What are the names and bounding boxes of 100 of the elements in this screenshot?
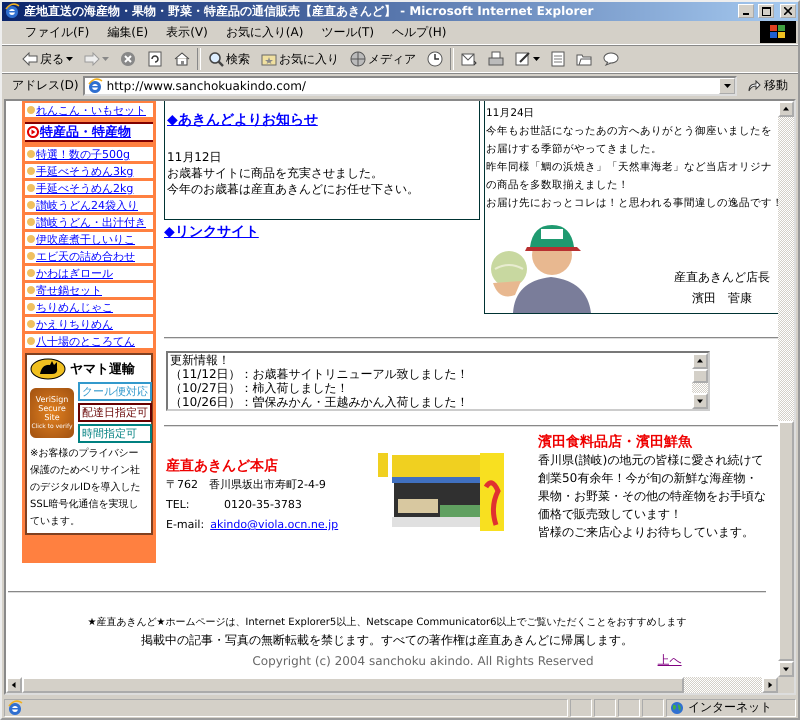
- service-tag: 配達日指定可: [78, 403, 152, 422]
- bullet-icon: [27, 320, 35, 328]
- page-icon: [86, 78, 103, 94]
- caret-icon: [533, 57, 540, 62]
- partner-text: 創業50有余年！今が旬の新鮮な海産物・: [538, 470, 758, 488]
- scroll-up-button[interactable]: [778, 101, 794, 118]
- address-field[interactable]: http://www.sanchokuakindo.com/: [82, 76, 737, 96]
- clock-icon: [427, 51, 443, 68]
- tel-number: 0120-35-3783: [224, 497, 302, 514]
- partner-text: 果物・お野菜・その他の特産物をお手頃な: [538, 488, 766, 506]
- toolbar-button[interactable]: 戻る: [18, 48, 77, 70]
- toolbar-button[interactable]: メディア: [346, 48, 420, 70]
- browser-icon: [4, 3, 20, 20]
- email-label: E-mail:: [166, 517, 204, 534]
- bullet-icon: [27, 201, 35, 210]
- document-icon: [551, 51, 565, 68]
- close-button[interactable]: [780, 4, 796, 18]
- mail-icon: [461, 51, 477, 68]
- message-text: 昨年同様「鯛の浜焼き」「天然車海老」など当店オリジナ: [485, 160, 773, 176]
- scroll-left-button[interactable]: [6, 677, 22, 694]
- update-entry: （11/12日）：お歳暮サイトリニューアル致しました！: [170, 367, 470, 382]
- update-entry: （10/26日）：曽保みかん・王越みかん入荷しました！: [170, 395, 470, 410]
- message-text: お届け先におっとコレは！と思われる事間違しの逸品です！: [485, 196, 778, 212]
- minimize-button[interactable]: [738, 4, 754, 18]
- back-to-top-link[interactable]: 上へ: [658, 652, 682, 670]
- toolbar-button[interactable]: 検索: [204, 48, 254, 70]
- window-title: 産地直送の海産物・果物・野菜・特産品の通信販売【産直あきんど】 - Microsoft Internet Explorer: [24, 2, 594, 20]
- scroll-right-button[interactable]: [762, 677, 778, 694]
- partner-name: 濱田食料品店・濱田鮮魚: [538, 433, 694, 452]
- status-pane: [642, 698, 664, 717]
- bullet-icon: [27, 269, 35, 278]
- message-text: の商品を多数取揃えました！: [485, 178, 630, 194]
- bullet-icon: [27, 286, 35, 294]
- shop-address: 〒762 香川県坂出市寿町2-4-9: [166, 477, 327, 494]
- status-pane: [618, 698, 640, 717]
- home-icon: [174, 51, 190, 68]
- maximize-icon: [762, 6, 770, 16]
- scroll-thumb[interactable]: [22, 677, 684, 694]
- scroll-down-button[interactable]: [692, 393, 708, 410]
- menu-item[interactable]: 編集(E): [98, 24, 158, 41]
- email-link[interactable]: akindo@viola.ocn.ne.jp: [210, 515, 338, 536]
- cat-icon: [30, 358, 66, 380]
- dropdown-button[interactable]: [719, 78, 735, 94]
- news-text: お歳暮サイトに商品を充実させました。: [167, 165, 384, 182]
- folder-icon: [576, 52, 592, 66]
- partner-text: 香川県(讃岐)の地元の皆様に愛され続けて: [538, 452, 764, 470]
- caret-icon: [66, 57, 73, 62]
- bullet-icon: [27, 337, 35, 346]
- search-icon: [208, 51, 224, 68]
- message-date: 11月24日: [485, 106, 536, 122]
- caret-icon: [102, 57, 109, 62]
- menu-item[interactable]: ヘルプ(H): [383, 24, 456, 41]
- scroll-thumb[interactable]: [692, 369, 708, 384]
- scroll-up-button[interactable]: [692, 353, 708, 370]
- stop-icon: [120, 51, 136, 68]
- bullet-icon: [27, 252, 35, 260]
- scrollbar-corner: [778, 677, 794, 694]
- globe-icon: [670, 700, 684, 715]
- bullet-icon: [27, 106, 35, 114]
- windows-flag-icon: [760, 21, 796, 44]
- news-text: 今年のお歳暮は産直あきんどにお任せ下さい。: [167, 181, 420, 198]
- speech-bubble-icon: [603, 52, 619, 66]
- bullet-icon: [27, 184, 35, 192]
- menu-item[interactable]: 表示(V): [157, 24, 217, 41]
- bullet-icon: [27, 218, 35, 226]
- service-tag: 時間指定可: [78, 424, 152, 444]
- forward-arrow-icon: [84, 52, 100, 66]
- edit-icon: [515, 51, 531, 68]
- copyright-text: Copyright (c) 2004 sanchoku akindo. All Rights Reserved: [252, 654, 594, 668]
- update-entry: （10/27日）：柿入荷しました！: [170, 381, 350, 396]
- news-heading-link[interactable]: ◆あきんどよりお知らせ: [167, 111, 477, 130]
- browser-notice: ★産直あきんど★ホームページは、Internet Explorer5以上、Netscape Communicator6以上でご覧いただくことをおすすめします: [87, 616, 687, 630]
- link-site-link[interactable]: ◆リンクサイト: [164, 224, 259, 240]
- tel-label: TEL:: [166, 497, 191, 514]
- updates-title: 更新情報！: [170, 353, 231, 368]
- address-label: アドレス(D): [12, 77, 79, 94]
- partner-text: 価格で販売致しています！: [538, 506, 683, 524]
- menu-item[interactable]: ツール(T): [312, 24, 384, 41]
- printer-icon: [488, 51, 504, 68]
- news-date: 11月12日: [167, 149, 223, 166]
- caret-icon: [724, 84, 730, 88]
- globe-icon: [350, 51, 366, 68]
- partner-text: 皆様のご来店心よりお待ちしています。: [538, 524, 755, 542]
- shop-name: 産直あきんど本店: [166, 457, 279, 476]
- toolbar-button[interactable]: お気に入り: [257, 48, 343, 70]
- menu-item[interactable]: ファイル(F): [16, 24, 98, 41]
- bullet-icon: [27, 150, 35, 158]
- scroll-down-button[interactable]: [778, 661, 794, 678]
- scroll-track[interactable]: [692, 383, 708, 394]
- go-button[interactable]: 移動: [741, 77, 794, 94]
- message-text: お届けする季節がやってきました。: [485, 142, 663, 158]
- message-text: 今年もお世話になったあの方へありがとう御座いましたを: [485, 124, 773, 140]
- bullet-icon: [27, 303, 35, 312]
- menu-item[interactable]: お気に入り(A): [216, 24, 312, 41]
- privacy-note: ※お客様のプライバシー保護のためベリサイン社のデジタルIDを導入したSSL暗号化通信を実現しています。: [30, 446, 142, 530]
- scroll-thumb[interactable]: [778, 421, 794, 662]
- status-pane: [594, 698, 616, 717]
- maximize-button[interactable]: [758, 4, 774, 18]
- bullet-icon: [27, 235, 35, 244]
- go-arrow-icon: [747, 80, 761, 92]
